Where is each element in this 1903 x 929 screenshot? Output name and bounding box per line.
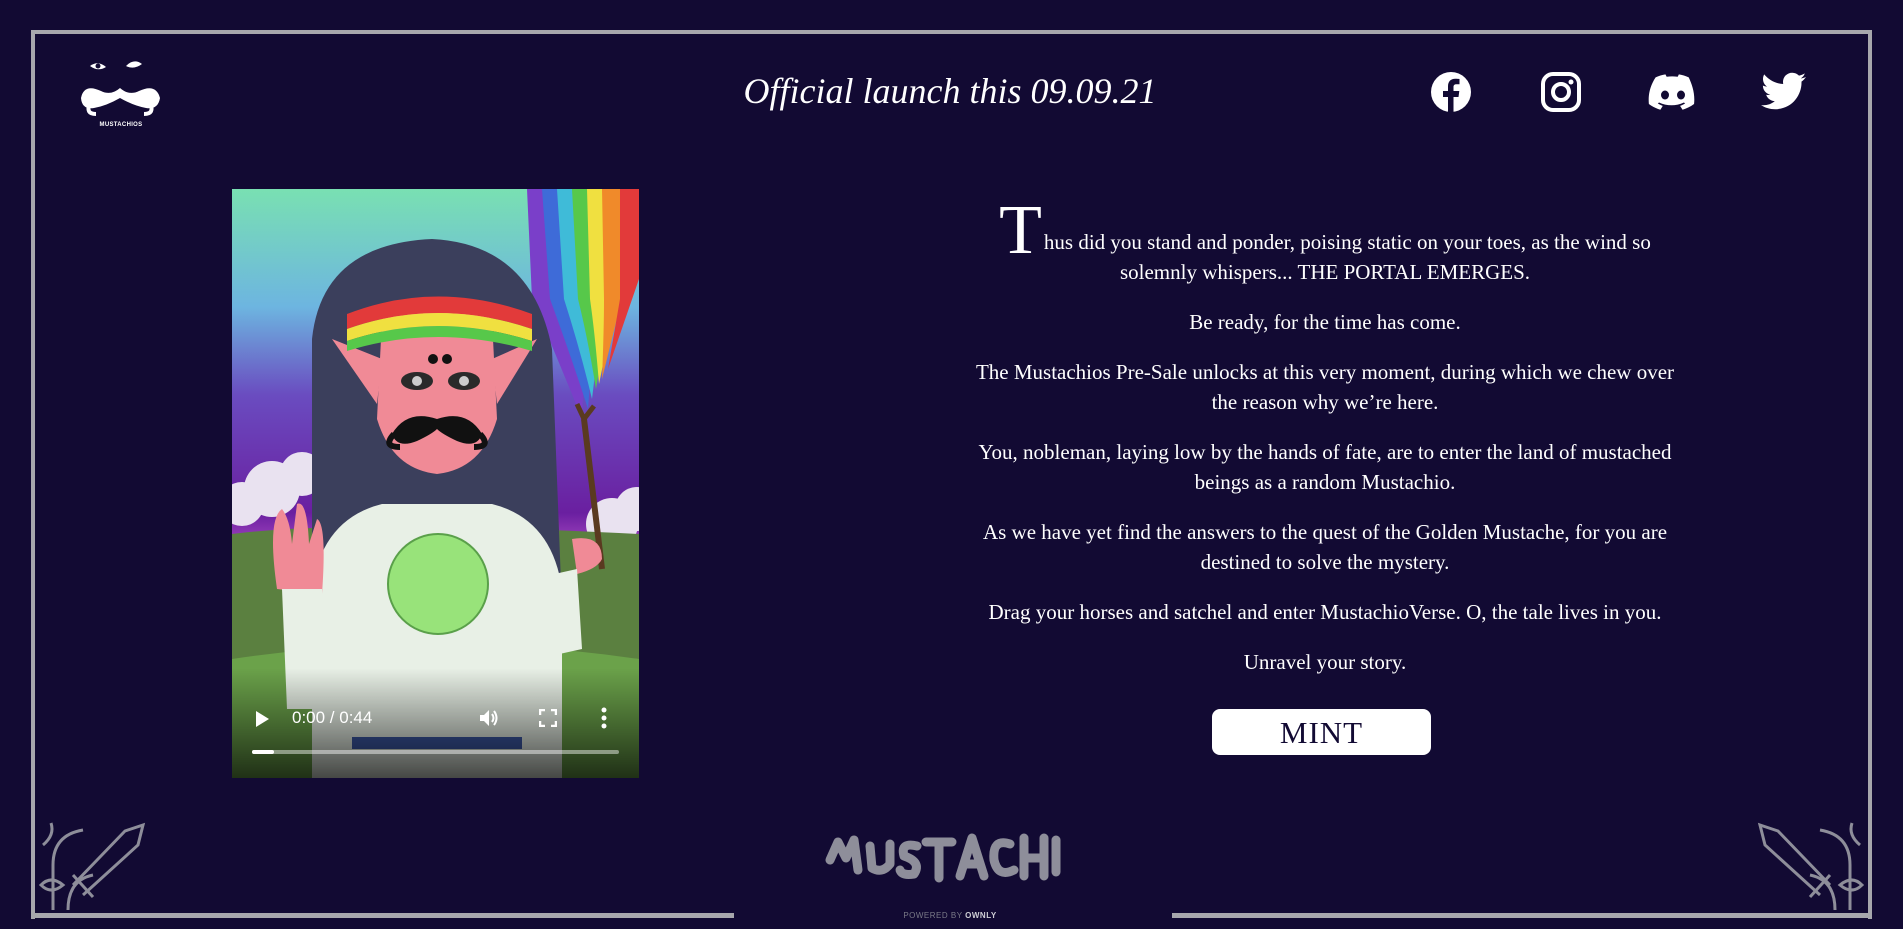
story-paragraph-2: Be ready, for the time has come.: [1189, 310, 1461, 334]
mustachios-wordmark-logo: [825, 833, 1061, 883]
story-paragraph-7: Unravel your story.: [1243, 650, 1407, 674]
story-text: Thus did you stand and ponder, poising s…: [975, 196, 1675, 697]
facebook-icon: [1431, 72, 1471, 112]
twitter-icon: [1761, 72, 1806, 110]
logo-caption: MUSTACHIOS: [99, 122, 143, 128]
facebook-link[interactable]: [1429, 70, 1473, 114]
sword-ornament-right: [1757, 822, 1865, 911]
discord-link[interactable]: [1648, 70, 1698, 114]
video-progress-fill: [252, 750, 275, 754]
sword-ornament-left: [38, 822, 146, 911]
mint-button[interactable]: MINT: [1212, 709, 1431, 755]
story-paragraph-3: The Mustachios Pre-Sale unlocks at this …: [975, 360, 1675, 414]
video-player[interactable]: 0:00 / 0:44: [232, 189, 639, 778]
video-progress-bar[interactable]: [252, 750, 619, 754]
play-icon[interactable]: [254, 710, 270, 728]
powered-by-credit[interactable]: POWERED BY OWNLY: [870, 911, 1030, 920]
drop-cap: T: [999, 192, 1042, 269]
story-paragraph-1: Thus did you stand and ponder, poising s…: [975, 196, 1675, 287]
video-time: 0:00 / 0:44: [292, 708, 373, 727]
volume-icon[interactable]: [478, 707, 500, 729]
story-paragraph-4: You, nobleman, laying low by the hands o…: [978, 440, 1672, 494]
instagram-icon: [1541, 72, 1581, 112]
fullscreen-icon[interactable]: [539, 709, 557, 727]
twitter-link[interactable]: [1761, 70, 1807, 114]
instagram-link[interactable]: [1539, 70, 1583, 114]
story-paragraph-5: As we have yet find the answers to the q…: [982, 520, 1668, 574]
powered-by-label: POWERED BY: [903, 911, 963, 920]
discord-icon: [1648, 74, 1695, 110]
launch-announcement: Official launch this 09.09.21: [743, 71, 1157, 111]
story-paragraph-1-text: hus did you stand and ponder, poising st…: [1043, 230, 1651, 284]
ownly-brand: OWNLY: [965, 911, 997, 920]
story-paragraph-6: Drag your horses and satchel and enter M…: [988, 600, 1662, 624]
more-options-icon[interactable]: [601, 707, 607, 729]
